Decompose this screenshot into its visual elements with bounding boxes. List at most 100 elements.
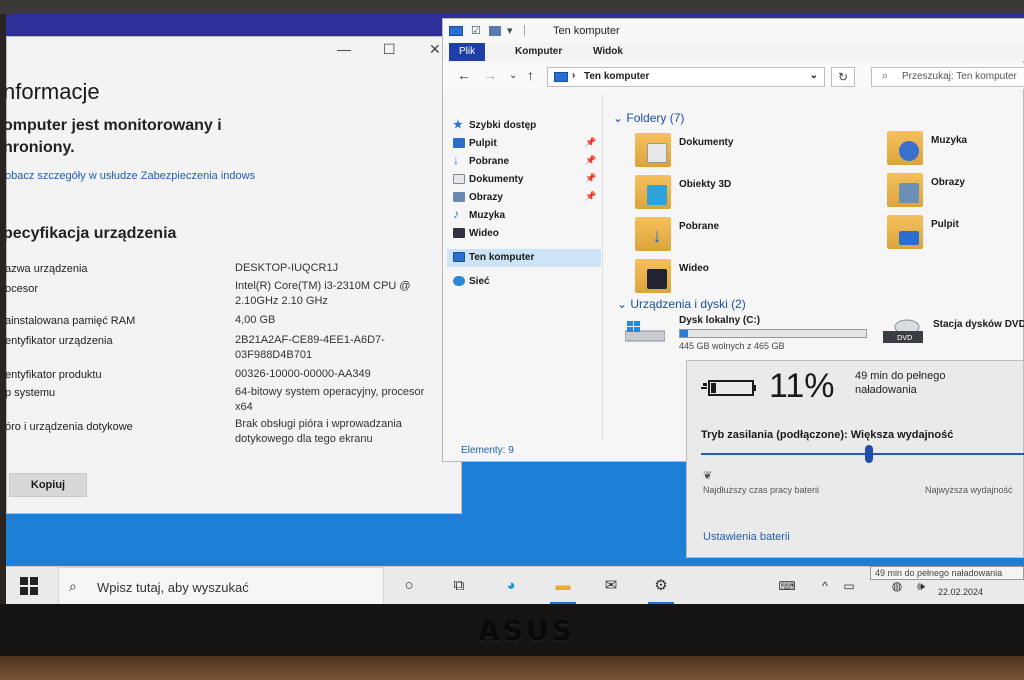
tab-computer[interactable]: Komputer [505,43,572,61]
battery-tray-icon[interactable]: ▭ [838,575,860,597]
security-details-link[interactable]: obacz szczegóły w usłudze Zabezpieczenia… [6,169,295,184]
drives-section-header[interactable]: ⌄ Urządzenia i dyski (2) [617,297,746,311]
recent-locations-icon[interactable]: ⌄ [509,70,517,81]
window-title: Ten komputer [553,25,620,37]
address-bar[interactable]: › Ten komputer ⌄ [547,67,825,87]
protection-status: omputer jest monitorowany i hroniony. [6,117,222,156]
sidebar-item-desktop[interactable]: Pulpit 📌 [453,135,603,153]
music-icon: ♪ [453,207,459,221]
dvd-drive[interactable]: DVD Stacja dysków DVD [883,315,1024,355]
music-folder-icon [887,131,923,165]
sidebar-item-downloads[interactable]: ↓ Pobrane 📌 [453,153,603,171]
folder-downloads[interactable]: ↓ Pobrane [635,217,795,257]
navigation-pane: ★ Szybki dostęp Pulpit 📌 ↓ Pobrane 📌 Dok… [443,95,603,441]
desktop-icon [453,138,465,148]
copy-button[interactable]: Kopiuj [9,473,87,497]
minimize-button[interactable]: — [337,41,351,57]
task-view-icon[interactable]: ⧉ [448,575,470,597]
folder-label: Pobrane [679,221,720,232]
this-pc-icon [554,72,568,82]
sidebar-item-music[interactable]: ♪ Muzyka [453,207,603,225]
pictures-icon [453,192,465,202]
up-icon[interactable]: ↑ [527,67,534,83]
edge-icon[interactable]: ◕ [500,575,522,597]
sidebar-item-pictures[interactable]: Obrazy 📌 [453,189,603,207]
pin-icon: 📌 [585,155,597,165]
settings-icon[interactable]: ⚙ [650,575,672,597]
documents-icon [453,174,465,184]
folder-music[interactable]: Muzyka [887,131,1024,171]
tab-file[interactable]: Plik [449,43,486,61]
close-button[interactable]: ✕ [429,41,441,58]
chevron-right-icon[interactable]: › [572,70,575,81]
spec-label-ram: ainstalowana pamięć RAM [6,315,136,327]
forward-icon[interactable]: → [483,67,497,83]
folder-documents[interactable]: Dokumenty [635,133,795,173]
refresh-button[interactable]: ↻ [831,67,855,87]
drive-usage-bar [679,329,867,338]
folders-section-header[interactable]: ⌄ Foldery (7) [613,111,684,125]
spec-label-device-name: azwa urządzenia [6,263,88,275]
status-bar: Elementy: 9 [461,445,514,456]
sidebar-item-label: Pulpit [469,138,497,149]
cortana-icon[interactable]: ○ [398,575,420,597]
battery-charging-icon [701,380,756,396]
power-mode-label: Tryb zasilania (podłączone): Większa wyd… [701,429,954,441]
dvd-drive-icon: DVD [883,319,923,343]
chevron-down-icon[interactable]: ⌄ [810,70,818,81]
downloads-folder-icon: ↓ [635,217,671,251]
tray-date[interactable]: 22.02.2024 [938,587,983,597]
sidebar-item-label: Muzyka [469,210,506,221]
folder-videos[interactable]: Wideo [635,259,795,299]
tab-view[interactable]: Widok [583,43,633,61]
sidebar-item-this-pc[interactable]: Ten komputer [447,249,601,267]
folder-label: Obiekty 3D [679,179,732,190]
search-input[interactable]: ⌕ Przeszukaj: Ten komputer [871,67,1024,87]
laptop-bezel-top [0,0,1024,14]
taskbar-search-placeholder: Wpisz tutaj, aby wyszukać [97,580,249,595]
best-battery-label: Najdłuższy czas pracy baterii [703,485,820,495]
address-text: Ten komputer [584,71,650,82]
chevron-down-icon: ⌄ [613,111,627,125]
leaf-icon: ❦ [703,470,713,482]
search-icon: ⌕ [69,578,77,594]
properties-icon[interactable]: ☑ [471,24,481,37]
folder-3d-objects[interactable]: Obiekty 3D [635,175,795,215]
keyboard-icon[interactable]: ⌨ [776,575,798,597]
sidebar-item-documents[interactable]: Dokumenty 📌 [453,171,603,189]
mail-icon[interactable]: ✉ [600,575,622,597]
desktop-folder-icon [887,215,923,249]
sidebar-item-label: Wideo [469,228,499,239]
videos-folder-icon [635,259,671,293]
maximize-button[interactable]: ☐ [383,41,396,58]
best-performance-label: Najwyższa wydajność [925,485,1013,495]
network-icon [453,276,465,286]
power-mode-slider-thumb[interactable] [865,445,873,463]
file-explorer-icon[interactable]: ▬ [552,575,574,597]
folder-desktop[interactable]: Pulpit [887,215,1024,255]
drive-c[interactable]: Dysk lokalny (C:) 445 GB wolnych z 465 G… [625,315,885,355]
this-pc-icon [453,252,465,262]
new-folder-icon[interactable] [489,26,501,36]
battery-settings-link[interactable]: Ustawienia baterii [703,531,790,543]
chevron-up-icon[interactable]: ^ [814,575,836,597]
spec-value-device-name: DESKTOP-IUQCR1J [235,262,339,274]
spec-label-system-type: p systemu [6,387,56,399]
power-mode-slider-track[interactable] [701,453,1024,455]
sidebar-item-network[interactable]: Sieć [453,273,603,291]
sidebar-item-videos[interactable]: Wideo [453,225,603,243]
pin-icon: 📌 [585,191,597,201]
screen: — ☐ ✕ nformacje omputer jest monitorowan… [6,14,1024,604]
start-button[interactable] [20,577,38,595]
folder-pictures[interactable]: Obrazy [887,173,1024,213]
customize-toolbar-icon[interactable]: ▾ [507,24,513,37]
back-icon[interactable]: ← [457,67,471,83]
desk-surface [0,656,1024,680]
chevron-down-icon: ⌄ [617,297,631,311]
spec-value-pen-touch: Brak obsługi pióra i wprowadzania dotyko… [235,418,402,445]
drive-name: Dysk lokalny (C:) [679,315,761,326]
sidebar-item-quick-access[interactable]: ★ Szybki dostęp [453,117,603,135]
video-icon [453,228,465,238]
taskbar-search-input[interactable]: ⌕ Wpisz tutaj, aby wyszukać [58,567,384,604]
documents-folder-icon [635,133,671,167]
